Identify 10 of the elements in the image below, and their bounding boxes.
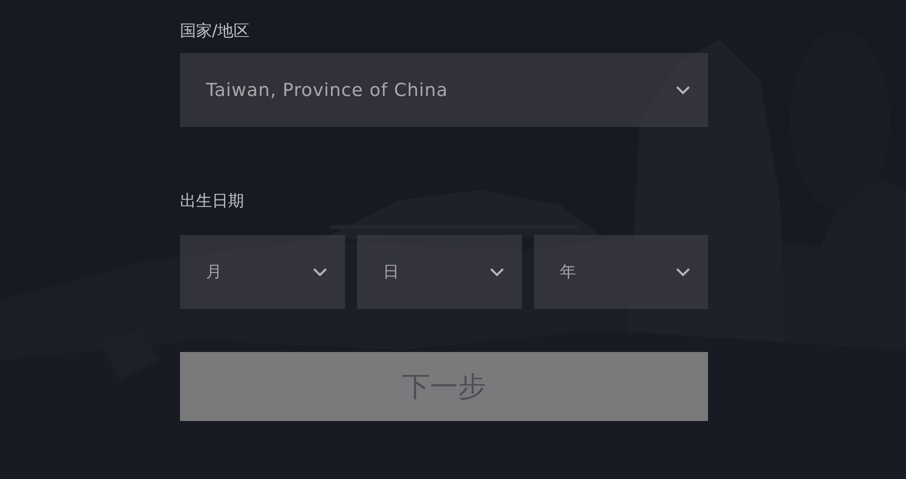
field-label: 国家/地区 xyxy=(180,20,250,42)
chevron-down-icon xyxy=(676,86,690,94)
country-select[interactable]: Taiwan, Province of China xyxy=(180,53,708,127)
chevron-down-icon xyxy=(313,268,328,276)
date-select[interactable]: 年 xyxy=(534,235,708,309)
date-select[interactable]: 月 xyxy=(180,235,346,309)
chevron-down-icon xyxy=(490,268,504,276)
chevron-down-icon xyxy=(676,268,690,276)
date-select[interactable]: 日 xyxy=(357,235,522,309)
field-label: 出生日期 xyxy=(180,190,244,212)
